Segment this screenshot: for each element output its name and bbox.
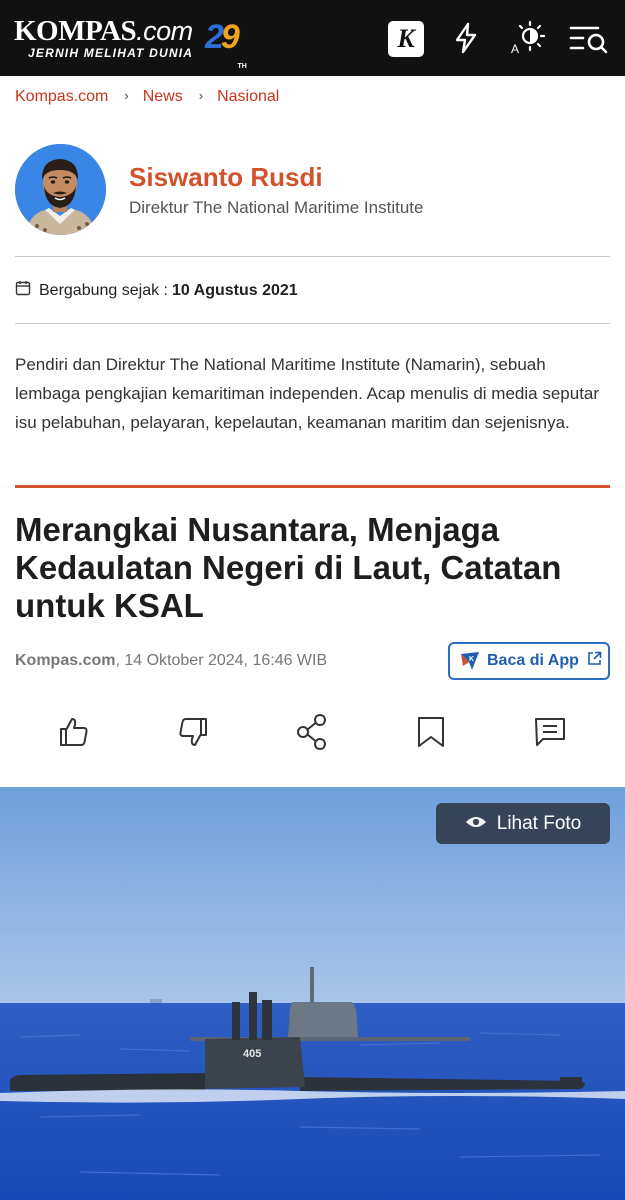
kompas-k-icon[interactable]: K — [388, 21, 424, 57]
divider — [15, 323, 610, 324]
breadcrumb-item-news[interactable]: News — [143, 88, 183, 106]
svg-text:A: A — [511, 42, 519, 56]
article-source[interactable]: Kompas.com — [15, 652, 115, 669]
theme-brightness-icon[interactable]: A — [508, 19, 548, 57]
read-in-app-button[interactable]: K Baca di App — [448, 642, 610, 680]
article-actions — [0, 712, 625, 756]
article-datetime: , 14 Oktober 2024, 16:46 WIB — [115, 652, 328, 669]
chevron-right-icon: › — [198, 87, 204, 103]
logo-tagline: JERNIH MELIHAT DUNIA — [28, 46, 194, 60]
flash-icon[interactable] — [448, 19, 484, 57]
anniversary-badge: 29 TH — [205, 18, 247, 70]
joined-date: 10 Agustus 2021 — [171, 281, 298, 299]
chevron-right-icon: › — [124, 87, 129, 103]
view-photo-label: Lihat Foto — [496, 812, 582, 834]
author-avatar[interactable] — [15, 144, 106, 235]
breadcrumb: Kompas.com › News › Nasional — [15, 88, 279, 106]
eye-icon — [465, 813, 487, 835]
svg-text:K: K — [469, 656, 474, 663]
article-title: Merangkai Nusantara, Menjaga Kedaulatan … — [15, 511, 562, 624]
logo-dotcom-text: .com — [136, 16, 193, 46]
joined-label: Bergabung sejak : — [39, 281, 168, 299]
external-link-icon — [587, 651, 602, 671]
joined-info: Bergabung sejak : 10 Agustus 2021 — [15, 280, 298, 301]
menu-search-icon[interactable] — [568, 19, 612, 57]
logo-main-text: KOMPAS — [14, 15, 137, 47]
calendar-icon — [15, 280, 31, 301]
dislike-icon[interactable] — [175, 712, 211, 752]
breadcrumb-item-home[interactable]: Kompas.com — [15, 88, 108, 106]
read-in-app-label: Baca di App — [487, 652, 579, 669]
hull-number: 405 — [243, 1048, 261, 1060]
author-bio: Pendiri dan Direktur The National Mariti… — [15, 355, 600, 432]
article-photo[interactable]: 405 — [0, 787, 625, 1200]
anniversary-digit-1: 2 — [205, 18, 224, 56]
bookmark-icon[interactable] — [413, 712, 449, 752]
top-header: KOMPAS.com JERNIH MELIHAT DUNIA 29 TH K A — [0, 0, 625, 76]
breadcrumb-item-nasional[interactable]: Nasional — [217, 88, 279, 106]
view-photo-button[interactable]: Lihat Foto — [436, 803, 610, 844]
article-meta: Kompas.com, 14 Oktober 2024, 16:46 WIB — [15, 652, 327, 670]
kompas-app-icon: K — [460, 651, 480, 671]
anniversary-digit-2: 9 — [220, 18, 240, 56]
section-divider — [15, 485, 610, 488]
kompas-logo[interactable]: KOMPAS.com JERNIH MELIHAT DUNIA — [14, 16, 193, 60]
author-name[interactable]: Siswanto Rusdi — [129, 162, 323, 193]
share-icon[interactable] — [294, 712, 330, 752]
author-role: Direktur The National Maritime Institute — [129, 198, 424, 217]
anniversary-suffix: TH — [237, 63, 247, 70]
kompas-k-letter: K — [397, 24, 415, 53]
comment-icon[interactable] — [532, 712, 568, 752]
like-icon[interactable] — [56, 712, 92, 752]
divider — [15, 256, 610, 257]
